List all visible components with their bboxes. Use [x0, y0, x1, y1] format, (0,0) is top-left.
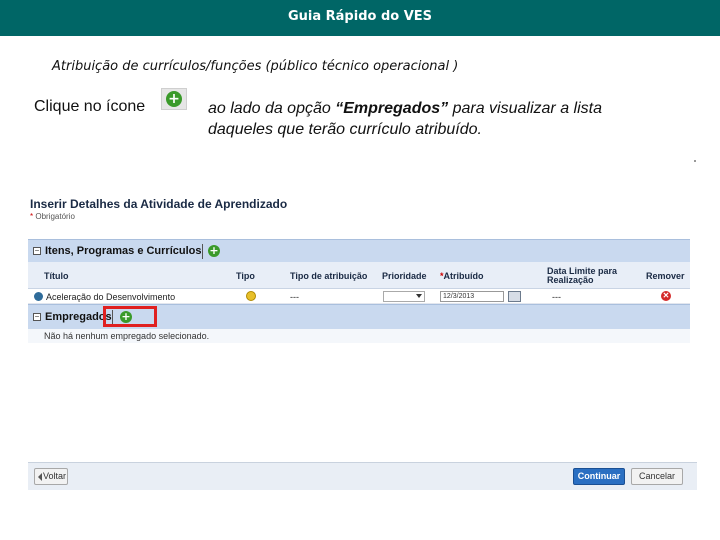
calendar-icon[interactable]: [508, 291, 521, 302]
items-section-bar: − Itens, Programas e Currículos +: [28, 239, 690, 262]
col-remove: Remover: [646, 271, 685, 281]
required-star: *: [30, 212, 34, 221]
table-row: Aceleração do Desenvolvimento --- 12/3/2…: [28, 289, 690, 304]
employees-section-label: Empregados: [45, 311, 112, 323]
row-due-date: ---: [552, 292, 561, 302]
items-section-label: Itens, Programas e Currículos: [45, 245, 202, 257]
table-header: Título Tipo Tipo de atribuição Prioridad…: [28, 262, 690, 289]
guide-title: Guia Rápido do VES: [287, 9, 433, 24]
empty-employees-message: Não há nenhum empregado selecionado.: [44, 331, 210, 341]
chevron-down-icon: [416, 294, 422, 298]
instruction-plus-icon-box: +: [161, 88, 187, 110]
col-priority: Prioridade: [382, 271, 427, 281]
plus-circle-icon: +: [166, 91, 182, 107]
instruction-part2: ao lado da opção: [208, 100, 336, 117]
highlight-box: [103, 306, 157, 327]
row-title[interactable]: Aceleração do Desenvolvimento: [46, 292, 175, 302]
col-due-date: Data Limite para Realização: [547, 267, 617, 285]
required-note: * Obrigatório: [30, 212, 75, 221]
continue-button[interactable]: Continuar: [573, 468, 625, 485]
globe-icon: [34, 292, 43, 301]
instruction-highlight: “Empregados”: [335, 100, 449, 117]
cancel-button[interactable]: Cancelar: [631, 468, 683, 485]
course-icon: [246, 291, 256, 301]
add-items-plus-icon[interactable]: +: [208, 245, 220, 257]
col-type: Tipo: [236, 271, 255, 281]
instruction-text: ao lado da opção “Empregados” para visua…: [208, 98, 628, 140]
instruction-part1: Clique no ícone: [34, 98, 146, 115]
footer-bar: Voltar Continuar Cancelar: [28, 462, 697, 490]
back-button[interactable]: Voltar: [34, 468, 68, 485]
separator: [202, 244, 203, 259]
col-assigned: *Atribuído: [440, 272, 484, 281]
empty-employees-row: Não há nenhum empregado selecionado.: [28, 329, 690, 343]
col-title: Título: [44, 271, 69, 281]
collapse-toggle-employees[interactable]: −: [33, 313, 41, 321]
required-label: Obrigatório: [35, 212, 75, 221]
collapse-toggle-items[interactable]: −: [33, 247, 41, 255]
assigned-date-input[interactable]: 12/3/2013: [440, 291, 504, 302]
remove-icon[interactable]: ✕: [661, 291, 671, 301]
stray-dot: [694, 160, 696, 162]
panel-title: Inserir Detalhes da Atividade de Aprendi…: [30, 197, 288, 211]
top-banner: Guia Rápido do VES: [0, 0, 720, 36]
row-assignment-type: ---: [290, 292, 299, 302]
priority-select[interactable]: [383, 291, 425, 302]
col-assigned-label: Atribuído: [443, 271, 484, 281]
col-due-date-line2: Realização: [547, 275, 594, 285]
slide-subtitle: Atribuição de currículos/funções (públic…: [52, 59, 459, 74]
col-assignment-type: Tipo de atribuição: [290, 271, 368, 281]
